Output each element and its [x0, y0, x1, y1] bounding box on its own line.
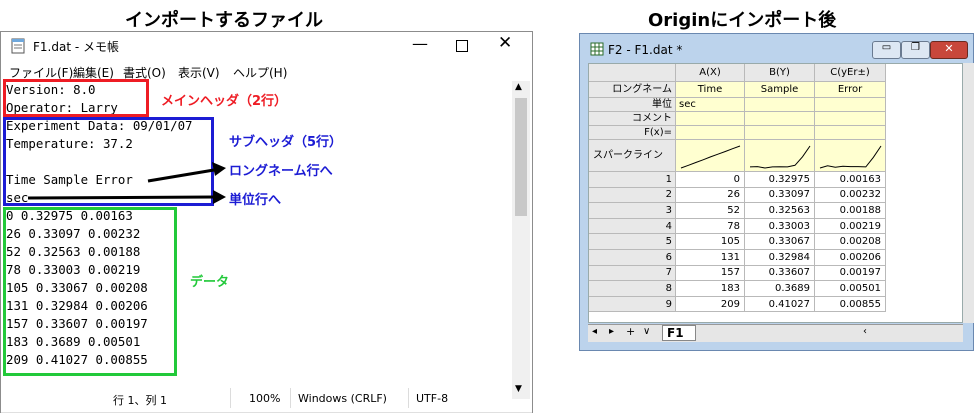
units-cell[interactable]: sec	[676, 98, 745, 112]
data-cell[interactable]: 0.00855	[815, 296, 886, 313]
data-cell[interactable]: 0.00232	[815, 187, 886, 204]
sparkline-series	[749, 145, 811, 169]
worksheet-icon	[590, 42, 604, 56]
data-cell[interactable]: 0.33097	[745, 187, 815, 204]
data-cell[interactable]: 0.3689	[745, 281, 815, 297]
sheet-tab-f1[interactable]: F1	[662, 325, 696, 341]
data-cell[interactable]: 26	[676, 187, 745, 204]
column-header[interactable]: B(Y)	[745, 64, 815, 82]
sparkline-chart	[819, 145, 882, 169]
fx-cell[interactable]	[745, 126, 815, 140]
data-cell[interactable]: 131	[676, 250, 745, 266]
data-cell[interactable]: 0.00163	[815, 172, 886, 188]
comments-cell[interactable]	[815, 112, 886, 126]
sparkline-series	[819, 145, 882, 169]
row-number[interactable]: 5	[589, 234, 676, 250]
sparkline-cell[interactable]	[676, 140, 745, 172]
arrow-units	[27, 195, 215, 200]
arrow-longname	[147, 168, 215, 183]
longname-cell[interactable]: Sample	[745, 82, 815, 98]
row-number[interactable]: 2	[589, 187, 676, 204]
data-cell[interactable]: 0.32563	[745, 203, 815, 219]
comments-cell[interactable]	[676, 112, 745, 126]
row-label-sparkline[interactable]: スパークライン	[589, 140, 676, 172]
data-cell[interactable]: 0.00188	[815, 203, 886, 219]
data-cell[interactable]: 0.32975	[745, 172, 815, 188]
row-label-comments[interactable]: コメント	[589, 112, 676, 126]
column-header[interactable]: C(yEr±)	[815, 64, 886, 82]
origin-vscrollbar[interactable]	[963, 63, 974, 323]
data-cell[interactable]: 0.41027	[745, 296, 815, 313]
row-number[interactable]: 8	[589, 281, 676, 297]
data-cell[interactable]: 0	[676, 172, 745, 188]
add-sheet-icon[interactable]: +	[626, 325, 635, 338]
longname-cell[interactable]: Time	[676, 82, 745, 98]
row-label-fx[interactable]: F(x)=	[589, 126, 676, 140]
comments-cell[interactable]	[745, 112, 815, 126]
sparkline-chart	[749, 145, 811, 169]
row-number[interactable]: 4	[589, 218, 676, 235]
origin-minimize-button[interactable]: ▭	[872, 41, 901, 59]
fx-cell[interactable]	[815, 126, 886, 140]
worksheet-grid[interactable]: A(X) B(Y) C(yEr±) ロングネーム Time Sample Error 単位 se…	[588, 63, 963, 323]
arrow-longname-head	[212, 162, 226, 176]
row-number[interactable]: 7	[589, 265, 676, 282]
data-cell[interactable]: 78	[676, 218, 745, 235]
data-cell[interactable]: 105	[676, 234, 745, 250]
column-header[interactable]: A(X)	[676, 64, 745, 82]
row-number[interactable]: 6	[589, 250, 676, 266]
data-cell[interactable]: 0.33067	[745, 234, 815, 250]
data-cell[interactable]: 0.32984	[745, 250, 815, 266]
tab-nav-next-icon[interactable]: ▸	[609, 326, 614, 337]
row-label-longname[interactable]: ロングネーム	[589, 82, 676, 98]
row-number[interactable]: 9	[589, 296, 676, 313]
origin-restore-button[interactable]: ❐	[901, 41, 930, 59]
longname-cell[interactable]: Error	[815, 82, 886, 98]
data-cell[interactable]: 0.33607	[745, 265, 815, 282]
row-number[interactable]: 1	[589, 172, 676, 188]
data-cell[interactable]: 0.00197	[815, 265, 886, 282]
tab-nav-first-icon[interactable]: ◂	[592, 326, 597, 337]
tab-menu-icon[interactable]: ∨	[643, 326, 650, 337]
units-cell[interactable]	[815, 98, 886, 112]
data-cell[interactable]: 0.00219	[815, 218, 886, 235]
data-cell[interactable]: 0.00208	[815, 234, 886, 250]
origin-close-button[interactable]: ✕	[930, 41, 968, 59]
sparkline-cell[interactable]	[745, 140, 815, 172]
data-cell[interactable]: 0.00206	[815, 250, 886, 266]
data-cell[interactable]: 0.00501	[815, 281, 886, 297]
data-cell[interactable]: 52	[676, 203, 745, 219]
sparkline-chart	[680, 145, 741, 169]
fx-cell[interactable]	[676, 126, 745, 140]
data-cell[interactable]: 157	[676, 265, 745, 282]
sparkline-series	[680, 145, 741, 169]
data-cell[interactable]: 0.33003	[745, 218, 815, 235]
row-label-units[interactable]: 単位	[589, 98, 676, 112]
row-number[interactable]: 3	[589, 203, 676, 219]
origin-title: F2 - F1.dat *	[608, 43, 683, 57]
corner-cell[interactable]	[589, 64, 676, 82]
hscroll-left-icon[interactable]: ‹	[863, 326, 867, 337]
units-cell[interactable]	[745, 98, 815, 112]
data-cell[interactable]: 209	[676, 296, 745, 313]
data-cell[interactable]: 183	[676, 281, 745, 297]
sparkline-cell[interactable]	[815, 140, 886, 172]
arrow-units-head	[213, 190, 226, 204]
